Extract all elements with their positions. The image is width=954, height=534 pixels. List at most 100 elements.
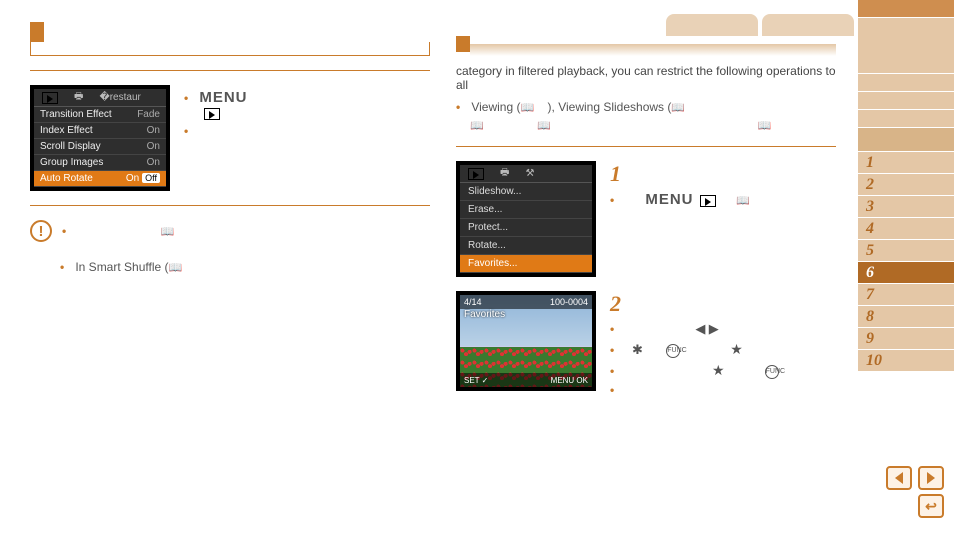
sidebar-chapter-9[interactable]: 9 bbox=[858, 328, 954, 350]
warning-list: 📖 bbox=[62, 220, 430, 242]
step-number: 2 bbox=[610, 291, 836, 317]
step-number: 1 bbox=[610, 161, 836, 187]
step-instructions: ◀ ▶ ✱ FUNC ★ ★ bbox=[610, 321, 836, 397]
func-set-icon: FUNC bbox=[666, 344, 680, 358]
book-ref-icon: 📖 bbox=[470, 120, 484, 132]
camera-setting-row: Index EffectOn bbox=[34, 123, 166, 139]
return-icon: ↩ bbox=[925, 498, 937, 515]
instruction-item bbox=[184, 124, 430, 138]
camera-setting-row: Scroll DisplayOn bbox=[34, 139, 166, 155]
print-tab-icon: 🖶 bbox=[500, 165, 509, 182]
book-ref-icon: 📖 bbox=[520, 102, 534, 114]
func-set-icon: FUNC bbox=[765, 365, 779, 379]
camera-menu-item: Erase... bbox=[460, 201, 592, 219]
sidebar-subheader bbox=[858, 74, 954, 92]
sidebar-chapter-3[interactable]: 3 bbox=[858, 196, 954, 218]
star-icon: ★ bbox=[730, 341, 743, 357]
divider bbox=[456, 146, 836, 147]
camera-menu-item-active: Favorites... bbox=[460, 255, 592, 273]
camera-menu-item: Rotate... bbox=[460, 237, 592, 255]
triangle-right-icon bbox=[927, 472, 935, 484]
burst-icon: ✱ bbox=[632, 342, 643, 357]
camera-setting-row-active: Auto Rotate OnOff bbox=[34, 171, 166, 187]
step-1: 🖶 ⚒ Slideshow... Erase... Protect... Rot… bbox=[456, 161, 836, 277]
camera-menu-screenshot: 🖶 ⚒ Slideshow... Erase... Protect... Rot… bbox=[456, 161, 596, 277]
intro-text: category in filtered playback, you can r… bbox=[456, 64, 836, 92]
camera-settings-screenshot: 🖶 �restaur Transition EffectFade Index E… bbox=[30, 85, 170, 191]
section-header bbox=[456, 36, 836, 56]
instruction-item: ✱ FUNC ★ bbox=[610, 341, 836, 358]
playback-icon bbox=[700, 195, 716, 207]
left-column: 🖶 �restaur Transition EffectFade Index E… bbox=[30, 22, 430, 278]
step-block: 🖶 �restaur Transition EffectFade Index E… bbox=[30, 85, 430, 191]
note-list: In Smart Shuffle (📖 bbox=[60, 260, 430, 274]
instruction-item: MENU 📖 bbox=[610, 191, 836, 208]
camera-tab-bar: 🖶 ⚒ bbox=[460, 165, 592, 183]
operations-item: Viewing (📖 ), Viewing Slideshows (📖 bbox=[456, 100, 836, 114]
playback-photo-mock: 4/14 100-0004 Favorites SET ✓ MENU OK bbox=[456, 291, 596, 391]
book-ref-icon: 📖 bbox=[169, 262, 183, 274]
return-button[interactable]: ↩ bbox=[918, 494, 944, 518]
photo-hint-left: SET ✓ bbox=[464, 376, 488, 385]
divider bbox=[30, 205, 430, 206]
header-tab bbox=[762, 14, 854, 36]
photo-caption: Favorites bbox=[464, 309, 505, 320]
star-icon: ★ bbox=[712, 362, 725, 378]
warning-icon: ! bbox=[30, 220, 52, 242]
triangle-left-icon bbox=[895, 472, 903, 484]
step-instructions: MENU 📖 bbox=[610, 191, 836, 208]
playback-tab-icon bbox=[42, 92, 58, 104]
sidebar-chapter-1[interactable]: 1 bbox=[858, 152, 954, 174]
photo-hint-right: MENU OK bbox=[551, 376, 588, 385]
book-ref-icon: 📖 bbox=[161, 226, 175, 238]
book-ref-icon: 📖 bbox=[736, 195, 750, 207]
tools-tab-icon: �restaur bbox=[99, 92, 140, 103]
menu-label: MENU bbox=[199, 89, 247, 106]
sidebar-chapter-8[interactable]: 8 bbox=[858, 306, 954, 328]
print-tab-icon: 🖶 bbox=[74, 89, 83, 106]
photo-folder: 100-0004 bbox=[550, 297, 588, 307]
book-ref-icon: 📖 bbox=[757, 120, 771, 132]
warning-item: 📖 bbox=[62, 224, 430, 238]
sidebar-header bbox=[858, 0, 954, 18]
instruction-item: MENU bbox=[184, 89, 430, 120]
sidebar-subheader bbox=[858, 128, 954, 152]
instruction-item bbox=[610, 383, 836, 397]
header-tab bbox=[666, 14, 758, 36]
sidebar-subheader bbox=[858, 110, 954, 128]
camera-menu-item: Protect... bbox=[460, 219, 592, 237]
sidebar-chapter-2[interactable]: 2 bbox=[858, 174, 954, 196]
instruction-list: MENU bbox=[184, 89, 430, 138]
playback-tab-icon bbox=[468, 168, 484, 180]
camera-setting-row: Transition EffectFade bbox=[34, 107, 166, 123]
prev-page-button[interactable] bbox=[886, 466, 912, 490]
sidebar-chapter-5[interactable]: 5 bbox=[858, 240, 954, 262]
camera-tab-bar: 🖶 �restaur bbox=[34, 89, 166, 107]
sidebar-chapter-10[interactable]: 10 bbox=[858, 350, 954, 372]
ref-row: 📖 📖 📖 bbox=[470, 118, 836, 132]
sidebar-chapter-7[interactable]: 7 bbox=[858, 284, 954, 306]
camera-menu-item: Slideshow... bbox=[460, 183, 592, 201]
right-column: category in filtered playback, you can r… bbox=[456, 36, 836, 401]
nav-left-icon: ◀ bbox=[695, 321, 705, 336]
tools-tab-icon: ⚒ bbox=[525, 168, 534, 179]
warning-block: ! 📖 bbox=[30, 220, 430, 242]
sidebar-chapter-6[interactable]: 6 bbox=[858, 262, 954, 284]
sidebar-subheader bbox=[858, 18, 954, 74]
book-ref-icon: 📖 bbox=[537, 120, 551, 132]
note-item: In Smart Shuffle (📖 bbox=[60, 260, 430, 274]
next-page-button[interactable] bbox=[918, 466, 944, 490]
playback-icon bbox=[204, 108, 220, 120]
divider bbox=[30, 70, 430, 71]
camera-setting-row: Group ImagesOn bbox=[34, 155, 166, 171]
header-tabs bbox=[666, 14, 854, 36]
pager: ↩ bbox=[886, 466, 944, 518]
sidebar-subheader bbox=[858, 92, 954, 110]
instruction-item: ★ FUNC bbox=[610, 362, 836, 379]
photo-counter: 4/14 bbox=[464, 297, 482, 307]
book-ref-icon: 📖 bbox=[671, 102, 685, 114]
section-title bbox=[30, 22, 430, 56]
instruction-item: ◀ ▶ bbox=[610, 321, 836, 337]
step-2: 4/14 100-0004 Favorites SET ✓ MENU OK 2 … bbox=[456, 291, 836, 401]
sidebar-chapter-4[interactable]: 4 bbox=[858, 218, 954, 240]
